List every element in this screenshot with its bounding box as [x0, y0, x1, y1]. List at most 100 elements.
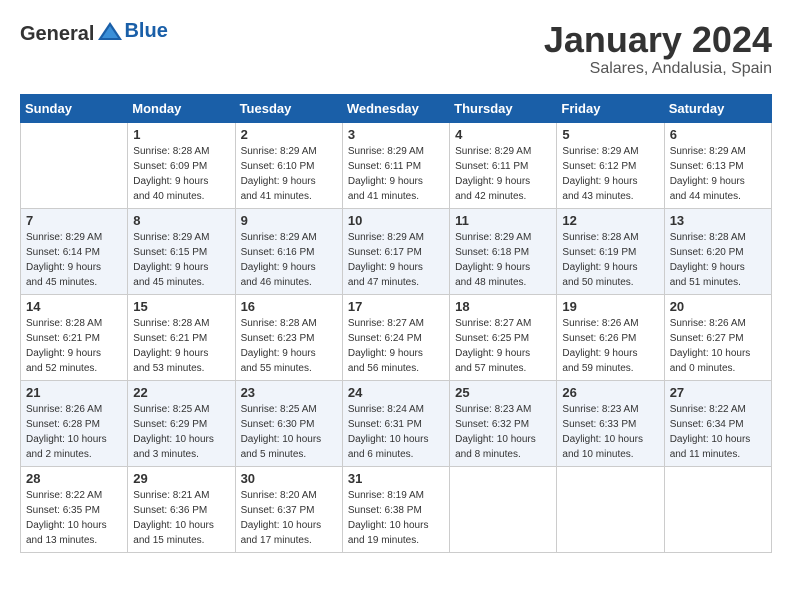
calendar-cell: 16 Sunrise: 8:28 AM Sunset: 6:23 PM Dayli…	[235, 294, 342, 380]
day-number: 19	[562, 299, 658, 314]
day-info: Sunrise: 8:24 AM Sunset: 6:31 PM Dayligh…	[348, 402, 444, 462]
day-info: Sunrise: 8:28 AM Sunset: 6:19 PM Dayligh…	[562, 230, 658, 290]
column-header-thursday: Thursday	[450, 94, 557, 122]
day-number: 21	[26, 385, 122, 400]
day-number: 23	[241, 385, 337, 400]
logo: General Blue	[20, 20, 168, 48]
calendar-cell: 18 Sunrise: 8:27 AM Sunset: 6:25 PM Dayli…	[450, 294, 557, 380]
calendar-cell: 21 Sunrise: 8:26 AM Sunset: 6:28 PM Dayli…	[21, 380, 128, 466]
day-info: Sunrise: 8:19 AM Sunset: 6:38 PM Dayligh…	[348, 488, 444, 548]
location-title: Salares, Andalusia, Spain	[544, 60, 772, 78]
month-title: January 2024	[544, 20, 772, 60]
column-header-sunday: Sunday	[21, 94, 128, 122]
day-info: Sunrise: 8:28 AM Sunset: 6:20 PM Dayligh…	[670, 230, 766, 290]
day-number: 13	[670, 213, 766, 228]
calendar-cell: 9 Sunrise: 8:29 AM Sunset: 6:16 PM Daylig…	[235, 208, 342, 294]
day-number: 14	[26, 299, 122, 314]
day-info: Sunrise: 8:28 AM Sunset: 6:21 PM Dayligh…	[133, 316, 229, 376]
day-number: 31	[348, 471, 444, 486]
day-info: Sunrise: 8:22 AM Sunset: 6:34 PM Dayligh…	[670, 402, 766, 462]
calendar-cell: 14 Sunrise: 8:28 AM Sunset: 6:21 PM Dayli…	[21, 294, 128, 380]
calendar-cell: 29 Sunrise: 8:21 AM Sunset: 6:36 PM Dayli…	[128, 466, 235, 552]
day-info: Sunrise: 8:29 AM Sunset: 6:14 PM Dayligh…	[26, 230, 122, 290]
day-number: 12	[562, 213, 658, 228]
calendar-cell: 13 Sunrise: 8:28 AM Sunset: 6:20 PM Dayli…	[664, 208, 771, 294]
day-number: 30	[241, 471, 337, 486]
day-number: 29	[133, 471, 229, 486]
day-number: 26	[562, 385, 658, 400]
calendar-cell: 11 Sunrise: 8:29 AM Sunset: 6:18 PM Dayli…	[450, 208, 557, 294]
day-number: 9	[241, 213, 337, 228]
day-info: Sunrise: 8:29 AM Sunset: 6:12 PM Dayligh…	[562, 144, 658, 204]
calendar-table: SundayMondayTuesdayWednesdayThursdayFrid…	[20, 94, 772, 553]
day-number: 5	[562, 127, 658, 142]
day-info: Sunrise: 8:28 AM Sunset: 6:21 PM Dayligh…	[26, 316, 122, 376]
day-info: Sunrise: 8:29 AM Sunset: 6:13 PM Dayligh…	[670, 144, 766, 204]
column-header-monday: Monday	[128, 94, 235, 122]
day-info: Sunrise: 8:29 AM Sunset: 6:16 PM Dayligh…	[241, 230, 337, 290]
day-number: 28	[26, 471, 122, 486]
calendar-header-row: SundayMondayTuesdayWednesdayThursdayFrid…	[21, 94, 772, 122]
calendar-cell: 15Sunrise: 8:28 AM Sunset: 6:21 PM Dayli…	[128, 294, 235, 380]
title-block: January 2024 Salares, Andalusia, Spain	[544, 20, 772, 78]
calendar-cell: 8 Sunrise: 8:29 AM Sunset: 6:15 PM Daylig…	[128, 208, 235, 294]
calendar-cell: 20 Sunrise: 8:26 AM Sunset: 6:27 PM Dayli…	[664, 294, 771, 380]
calendar-cell: 1Sunrise: 8:28 AM Sunset: 6:09 PM Daylig…	[128, 122, 235, 208]
calendar-week-row: 28Sunrise: 8:22 AM Sunset: 6:35 PM Dayli…	[21, 466, 772, 552]
day-number: 24	[348, 385, 444, 400]
calendar-cell: 22Sunrise: 8:25 AM Sunset: 6:29 PM Dayli…	[128, 380, 235, 466]
day-number: 2	[241, 127, 337, 142]
calendar-cell: 23Sunrise: 8:25 AM Sunset: 6:30 PM Dayli…	[235, 380, 342, 466]
logo-blue: Blue	[124, 20, 167, 43]
day-info: Sunrise: 8:26 AM Sunset: 6:27 PM Dayligh…	[670, 316, 766, 376]
column-header-wednesday: Wednesday	[342, 94, 449, 122]
calendar-cell: 28Sunrise: 8:22 AM Sunset: 6:35 PM Dayli…	[21, 466, 128, 552]
day-info: Sunrise: 8:20 AM Sunset: 6:37 PM Dayligh…	[241, 488, 337, 548]
day-info: Sunrise: 8:27 AM Sunset: 6:25 PM Dayligh…	[455, 316, 551, 376]
day-number: 8	[133, 213, 229, 228]
day-number: 11	[455, 213, 551, 228]
day-number: 1	[133, 127, 229, 142]
calendar-cell: 10 Sunrise: 8:29 AM Sunset: 6:17 PM Dayli…	[342, 208, 449, 294]
day-number: 18	[455, 299, 551, 314]
calendar-week-row: 1Sunrise: 8:28 AM Sunset: 6:09 PM Daylig…	[21, 122, 772, 208]
day-number: 25	[455, 385, 551, 400]
logo-general: General	[20, 23, 94, 46]
day-info: Sunrise: 8:21 AM Sunset: 6:36 PM Dayligh…	[133, 488, 229, 548]
day-number: 16	[241, 299, 337, 314]
column-header-saturday: Saturday	[664, 94, 771, 122]
day-info: Sunrise: 8:28 AM Sunset: 6:23 PM Dayligh…	[241, 316, 337, 376]
day-number: 17	[348, 299, 444, 314]
calendar-cell: 12 Sunrise: 8:28 AM Sunset: 6:19 PM Dayli…	[557, 208, 664, 294]
day-info: Sunrise: 8:26 AM Sunset: 6:26 PM Dayligh…	[562, 316, 658, 376]
calendar-cell: 4Sunrise: 8:29 AM Sunset: 6:11 PM Daylig…	[450, 122, 557, 208]
column-header-tuesday: Tuesday	[235, 94, 342, 122]
calendar-cell: 2 Sunrise: 8:29 AM Sunset: 6:10 PM Daylig…	[235, 122, 342, 208]
calendar-cell: 27Sunrise: 8:22 AM Sunset: 6:34 PM Dayli…	[664, 380, 771, 466]
calendar-cell: 31 Sunrise: 8:19 AM Sunset: 6:38 PM Dayli…	[342, 466, 449, 552]
day-info: Sunrise: 8:29 AM Sunset: 6:15 PM Dayligh…	[133, 230, 229, 290]
day-info: Sunrise: 8:27 AM Sunset: 6:24 PM Dayligh…	[348, 316, 444, 376]
page-header: General Blue January 2024 Salares, Andal…	[20, 20, 772, 78]
calendar-cell: 30 Sunrise: 8:20 AM Sunset: 6:37 PM Dayli…	[235, 466, 342, 552]
day-number: 7	[26, 213, 122, 228]
calendar-week-row: 7 Sunrise: 8:29 AM Sunset: 6:14 PM Daylig…	[21, 208, 772, 294]
calendar-cell: 26Sunrise: 8:23 AM Sunset: 6:33 PM Dayli…	[557, 380, 664, 466]
calendar-cell	[664, 466, 771, 552]
calendar-cell	[21, 122, 128, 208]
calendar-week-row: 14 Sunrise: 8:28 AM Sunset: 6:21 PM Dayli…	[21, 294, 772, 380]
calendar-week-row: 21 Sunrise: 8:26 AM Sunset: 6:28 PM Dayli…	[21, 380, 772, 466]
calendar-cell: 17 Sunrise: 8:27 AM Sunset: 6:24 PM Dayli…	[342, 294, 449, 380]
day-number: 20	[670, 299, 766, 314]
day-info: Sunrise: 8:23 AM Sunset: 6:32 PM Dayligh…	[455, 402, 551, 462]
day-number: 10	[348, 213, 444, 228]
calendar-cell: 19 Sunrise: 8:26 AM Sunset: 6:26 PM Dayli…	[557, 294, 664, 380]
day-info: Sunrise: 8:29 AM Sunset: 6:17 PM Dayligh…	[348, 230, 444, 290]
calendar-cell: 5 Sunrise: 8:29 AM Sunset: 6:12 PM Daylig…	[557, 122, 664, 208]
day-info: Sunrise: 8:26 AM Sunset: 6:28 PM Dayligh…	[26, 402, 122, 462]
calendar-cell: 3Sunrise: 8:29 AM Sunset: 6:11 PM Daylig…	[342, 122, 449, 208]
day-info: Sunrise: 8:25 AM Sunset: 6:29 PM Dayligh…	[133, 402, 229, 462]
day-info: Sunrise: 8:29 AM Sunset: 6:18 PM Dayligh…	[455, 230, 551, 290]
day-info: Sunrise: 8:29 AM Sunset: 6:10 PM Dayligh…	[241, 144, 337, 204]
calendar-cell: 7 Sunrise: 8:29 AM Sunset: 6:14 PM Daylig…	[21, 208, 128, 294]
